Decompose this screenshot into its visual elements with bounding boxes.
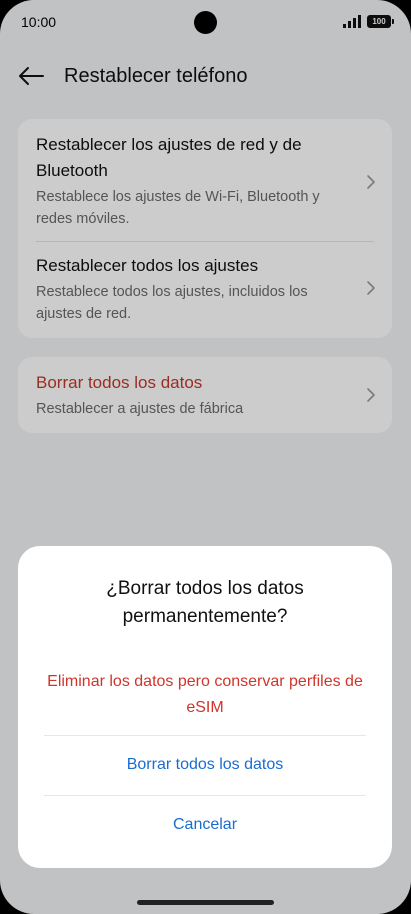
- divider: [44, 735, 366, 736]
- divider: [44, 795, 366, 796]
- erase-all-data-button[interactable]: Borrar todos los datos: [44, 752, 366, 778]
- erase-keep-esim-button[interactable]: Eliminar los datos pero conservar perfil…: [44, 669, 366, 721]
- dialog-title: ¿Borrar todos los datos permanentemente?: [106, 578, 304, 627]
- phone-screen: 10:00 100 Restablecer teléfono Restablec…: [0, 0, 411, 914]
- home-indicator[interactable]: [137, 900, 274, 905]
- confirm-erase-dialog: ¿Borrar todos los datos permanentemente?…: [18, 546, 392, 868]
- cancel-button[interactable]: Cancelar: [44, 812, 366, 838]
